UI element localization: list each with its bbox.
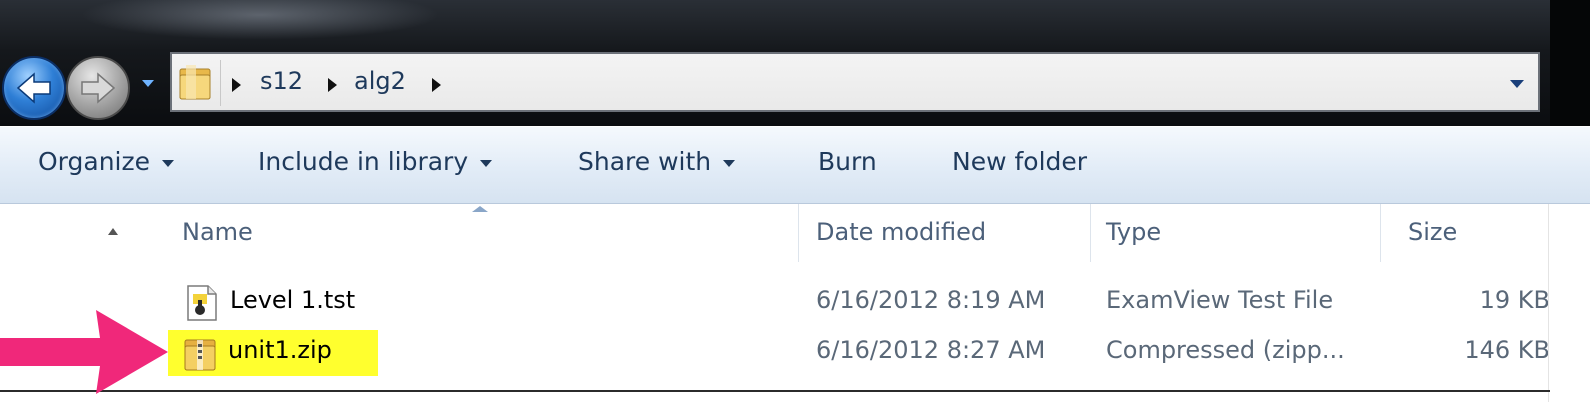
column-divider[interactable]	[1380, 204, 1381, 262]
include-in-library-menu[interactable]: Include in library	[258, 147, 493, 176]
crumb-chevron-icon[interactable]	[328, 78, 337, 92]
pointer-arrow-icon	[0, 310, 168, 394]
file-size: 146 KB	[1464, 336, 1550, 364]
column-header-type[interactable]: Type	[1106, 218, 1161, 246]
list-item[interactable]: Level 1.tst 6/16/2012 8:19 AM ExamView T…	[0, 280, 1590, 324]
scroll-up-icon[interactable]	[108, 228, 118, 235]
file-type: ExamView Test File	[1106, 286, 1334, 314]
address-dropdown-icon[interactable]	[1510, 80, 1524, 88]
recent-pages-dropdown[interactable]	[142, 80, 154, 87]
file-type: Compressed (zipp...	[1106, 336, 1345, 364]
column-divider[interactable]	[798, 204, 799, 262]
window-titlebar: s12 alg2	[0, 0, 1590, 126]
breadcrumb-alg2[interactable]: alg2	[354, 67, 406, 95]
new-folder-label: New folder	[952, 147, 1088, 176]
burn-label: Burn	[818, 147, 877, 176]
sort-ascending-icon	[472, 206, 488, 212]
examview-file-icon	[187, 285, 217, 321]
back-arrow-icon	[16, 72, 51, 104]
include-in-library-label: Include in library	[258, 147, 469, 176]
file-date-modified: 6/16/2012 8:27 AM	[816, 336, 1046, 364]
burn-button[interactable]: Burn	[818, 147, 877, 176]
column-header-date-modified[interactable]: Date modified	[816, 218, 986, 246]
column-header-size[interactable]: Size	[1408, 218, 1457, 246]
file-size: 19 KB	[1479, 286, 1550, 314]
caret-down-icon	[480, 159, 493, 167]
caret-down-icon	[162, 159, 174, 167]
share-with-menu[interactable]: Share with	[578, 147, 736, 176]
new-folder-button[interactable]: New folder	[952, 147, 1087, 176]
share-with-label: Share with	[578, 147, 712, 176]
file-name[interactable]: unit1.zip	[228, 336, 332, 364]
column-header-name[interactable]: Name	[182, 218, 253, 246]
breadcrumb-s12[interactable]: s12	[260, 67, 303, 95]
back-button[interactable]	[2, 56, 66, 120]
details-pane-edge	[1548, 204, 1590, 402]
file-name[interactable]: Level 1.tst	[230, 286, 355, 314]
file-date-modified: 6/16/2012 8:19 AM	[816, 286, 1046, 314]
column-divider[interactable]	[1090, 204, 1091, 262]
window-edge	[1550, 0, 1590, 126]
forward-arrow-icon	[81, 72, 116, 104]
title-glow	[80, 0, 440, 40]
command-bar: Organize Include in library Share with B…	[0, 126, 1590, 204]
address-bar[interactable]: s12 alg2	[170, 52, 1540, 112]
crumb-chevron-icon[interactable]	[432, 78, 441, 92]
folder-icon	[179, 65, 211, 100]
list-item[interactable]: unit1.zip 6/16/2012 8:27 AM Compressed (…	[0, 330, 1590, 376]
crumb-chevron-icon[interactable]	[232, 78, 241, 92]
organize-menu[interactable]: Organize	[38, 147, 174, 176]
crumb-divider	[220, 60, 221, 106]
forward-button[interactable]	[66, 56, 130, 120]
organize-label: Organize	[38, 147, 150, 176]
list-bottom-border	[0, 390, 1550, 392]
caret-down-icon	[723, 159, 736, 167]
zip-folder-icon	[184, 339, 216, 371]
